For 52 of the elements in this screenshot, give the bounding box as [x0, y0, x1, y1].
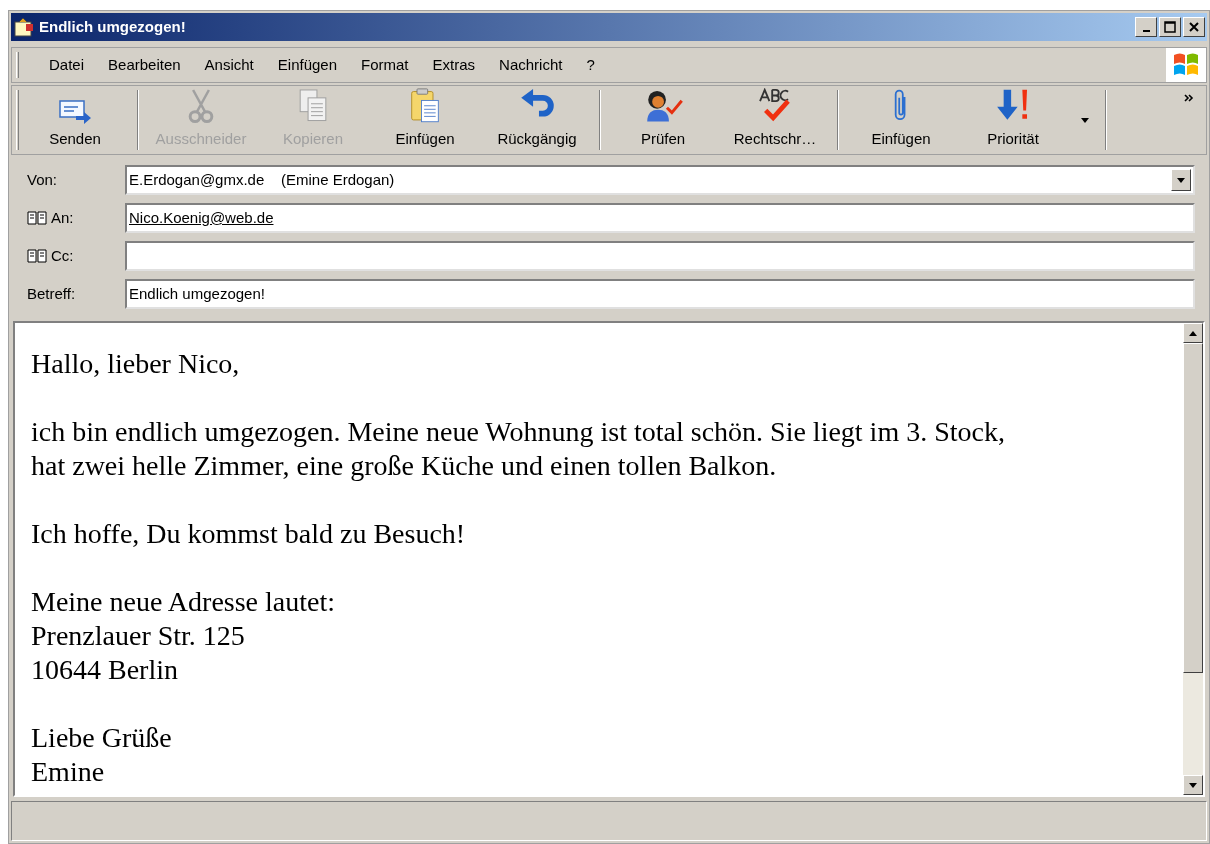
- more-chevron-icon[interactable]: [1184, 94, 1194, 102]
- maximize-icon: [1164, 21, 1176, 33]
- body-paragraph: Liebe Grüße Emine: [31, 721, 172, 789]
- close-icon: [1189, 22, 1199, 32]
- menu-item[interactable]: Nachricht: [487, 53, 575, 77]
- toolbar-button[interactable]: Priorität: [957, 88, 1069, 152]
- menu-item[interactable]: Datei: [37, 53, 97, 77]
- menu-item[interactable]: Bearbeiten: [96, 53, 193, 77]
- copy-icon: [297, 88, 329, 124]
- down-arrow-icon: [1189, 782, 1197, 788]
- field-label: An:: [51, 207, 74, 228]
- scissors-icon: [186, 88, 216, 124]
- field-label: Von:: [27, 169, 58, 190]
- address-book-icon[interactable]: [27, 248, 47, 264]
- field-label: Betreff:: [27, 283, 76, 304]
- window-title: Endlich umgezogen!: [39, 16, 186, 37]
- sender-dropdown[interactable]: E.Erdogan@gmx.de (Emine Erdogan): [125, 165, 1195, 195]
- menu-item[interactable]: Einfügen: [265, 53, 349, 77]
- address-book-icon[interactable]: [27, 210, 47, 226]
- input-field[interactable]: [125, 241, 1195, 271]
- menu-item[interactable]: Extras: [420, 53, 488, 77]
- maximize-button[interactable]: [1159, 17, 1181, 37]
- minimize-icon: [1142, 30, 1150, 32]
- minimize-button[interactable]: [1135, 17, 1157, 37]
- close-button[interactable]: [1183, 17, 1205, 37]
- menu-item[interactable]: ?: [574, 53, 607, 77]
- scroll-up-button[interactable]: [1183, 323, 1203, 343]
- field-label: Cc:: [51, 245, 74, 266]
- menu-item[interactable]: Ansicht: [192, 53, 266, 77]
- message-body[interactable]: [13, 321, 1205, 797]
- body-paragraph: Hallo, lieber Nico,: [31, 347, 240, 381]
- toolbar-button[interactable]: Einfügen: [369, 88, 481, 152]
- input-field[interactable]: Nico.Koenig@web.de: [125, 203, 1195, 233]
- toolbar-button[interactable]: Einfügen: [845, 88, 957, 152]
- clipboard-icon: [408, 88, 442, 124]
- vertical-scrollbar[interactable]: [1183, 323, 1203, 795]
- body-paragraph: Meine neue Adresse lautet: Prenzlauer Str. 125 10644 Berlin: [31, 585, 335, 687]
- menu-item[interactable]: Format: [349, 53, 421, 77]
- toolbar-button[interactable]: Prüfen: [607, 88, 719, 152]
- message-icon: [13, 16, 35, 38]
- toolbar-button[interactable]: Senden: [19, 88, 131, 152]
- scroll-thumb[interactable]: [1183, 343, 1203, 673]
- scroll-down-button[interactable]: [1183, 775, 1203, 795]
- dropdown-caret-icon[interactable]: [1081, 117, 1089, 123]
- envelope-icon: [58, 97, 92, 124]
- toolbar-button[interactable]: Rückgängig: [481, 88, 593, 152]
- windows-logo: [1166, 48, 1206, 82]
- toolbar-button[interactable]: Rechtschr…: [719, 88, 831, 152]
- up-arrow-icon: [1189, 330, 1197, 336]
- input-field[interactable]: Endlich umgezogen!: [125, 279, 1195, 309]
- body-paragraph: ich bin endlich umgezogen. Meine neue Wohnung ist total schön. Sie liegt im 3. Stock, hat zwei helle Zimmer, eine große Küche und einen tollen Balkon.: [31, 415, 1005, 483]
- body-paragraph: Ich hoffe, Du kommst bald zu Besuch!: [31, 517, 466, 551]
